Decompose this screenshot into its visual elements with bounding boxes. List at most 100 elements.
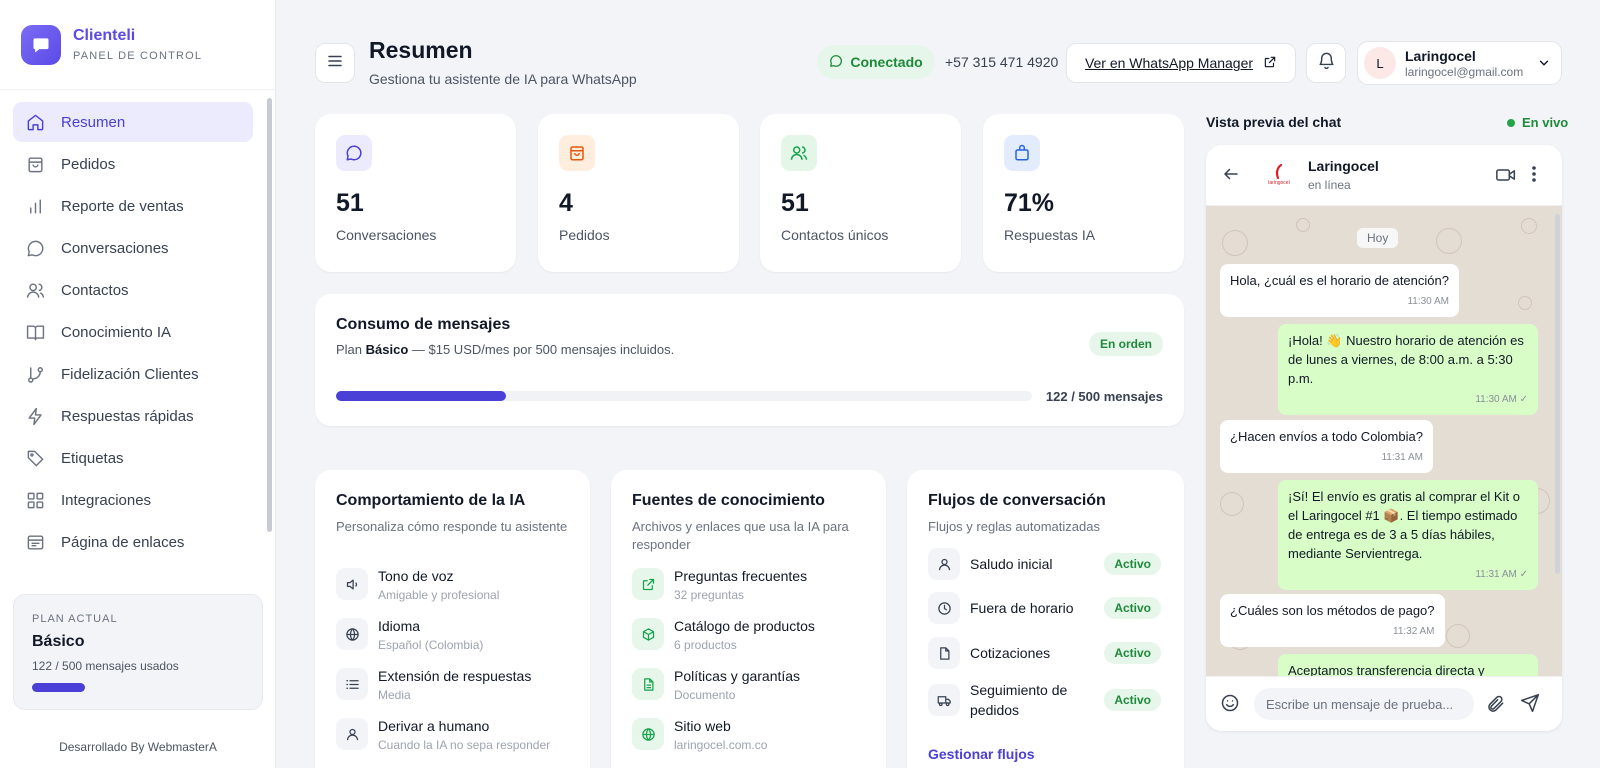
flow-name: Cotizaciones — [970, 645, 1051, 661]
message-usage-card: Consumo de mensajes Plan Básico — $15 US… — [315, 294, 1184, 426]
background-pattern — [1220, 492, 1244, 516]
more-vertical-icon[interactable] — [1531, 165, 1537, 188]
sidebar-item-pedidos[interactable]: Pedidos — [13, 144, 253, 184]
globe-icon — [632, 718, 664, 750]
shopping-bag-icon — [25, 154, 45, 174]
sidebar-item-resumen[interactable]: Resumen — [13, 102, 253, 142]
menu-toggle-button[interactable] — [315, 43, 355, 83]
panel-subtitle: Archivos y enlaces que usa la IA para re… — [632, 519, 849, 552]
bell-icon — [1317, 51, 1336, 75]
page-title: Resumen — [369, 37, 473, 63]
arrow-left-icon[interactable] — [1222, 165, 1240, 188]
chat-message-input[interactable] — [1254, 688, 1474, 720]
user-icon — [336, 718, 368, 750]
chat-logo-icon — [21, 24, 61, 65]
item-title: Catálogo de productos — [674, 618, 815, 634]
message-time: 11:32 AM — [1393, 626, 1435, 637]
brand[interactable]: Clienteli PANEL DE CONTROL — [0, 0, 275, 90]
tag-icon — [25, 448, 45, 468]
sidebar-item-fidelizacion[interactable]: Fidelización Clientes — [13, 354, 253, 394]
chat-preview: laringocel Laringocel en línea Hoy Hola,… — [1206, 145, 1562, 731]
conversation-flows-card: Flujos de conversación Flujos y reglas a… — [907, 470, 1184, 768]
usage-progress-bar — [336, 391, 1032, 401]
contact-logo: laringocel — [1264, 160, 1294, 190]
stat-card-conversaciones: 51 Conversaciones — [315, 114, 516, 272]
plan-name: Básico — [365, 342, 409, 357]
paperclip-icon[interactable] — [1486, 694, 1506, 719]
plan-label: PLAN ACTUAL — [32, 613, 118, 625]
page-subtitle: Gestiona tu asistente de IA para WhatsAp… — [369, 71, 637, 87]
message-text: ¡Sí! El envío es gratis al comprar el Ki… — [1288, 489, 1520, 561]
sidebar-item-etiquetas[interactable]: Etiquetas — [13, 438, 253, 478]
connection-status-badge: Conectado — [817, 45, 935, 79]
flow-item-seguimiento[interactable]: Seguimiento de pedidos Activo — [928, 680, 1161, 720]
sidebar-item-respuestas-rapidas[interactable]: Respuestas rápidas — [13, 396, 253, 436]
git-branch-icon — [25, 364, 45, 384]
sidebar-item-conocimiento-ia[interactable]: Conocimiento IA — [13, 312, 253, 352]
chat-message-incoming: ¿Cuáles son los métodos de pago? 11:32 A… — [1220, 594, 1445, 647]
flow-item-saludo[interactable]: Saludo inicial Activo — [928, 548, 1161, 580]
item-subtitle: Amigable y profesional — [378, 588, 500, 602]
chat-message-outgoing: ¡Sí! El envío es gratis al comprar el Ki… — [1278, 480, 1538, 590]
plan-usage-bar — [32, 683, 85, 692]
ia-setting-tono[interactable]: Tono de voz Amigable y profesional — [336, 568, 499, 602]
flow-item-fuera-horario[interactable]: Fuera de horario Activo — [928, 592, 1161, 624]
ia-setting-idioma[interactable]: Idioma Español (Colombia) — [336, 618, 483, 652]
manage-flows-link[interactable]: Gestionar flujos — [928, 746, 1035, 762]
bar-chart-icon — [25, 196, 45, 216]
item-subtitle: laringocel.com.co — [674, 738, 768, 752]
panel-title: Comportamiento de la IA — [336, 492, 526, 509]
chat-messages[interactable]: Hoy Hola, ¿cuál es el horario de atenció… — [1206, 206, 1562, 676]
user-menu[interactable]: L Laringocel laringocel@gmail.com — [1357, 41, 1562, 85]
chat-header: laringocel Laringocel en línea — [1206, 145, 1562, 206]
background-pattern — [1436, 228, 1462, 254]
knowledge-item-politicas[interactable]: Políticas y garantías Documento — [632, 668, 800, 702]
panel-subtitle: Flujos y reglas automatizadas — [928, 519, 1100, 534]
emoji-icon[interactable] — [1220, 693, 1240, 718]
status-badge: Activo — [1104, 553, 1161, 575]
user-icon — [928, 548, 960, 580]
panel-subtitle: Personaliza cómo responde tu asistente — [336, 519, 568, 534]
file-text-icon — [632, 668, 664, 700]
knowledge-item-sitio-web[interactable]: Sitio web laringocel.com.co — [632, 718, 767, 752]
chat-message-outgoing: Aceptamos transferencia directa y — [1278, 654, 1538, 676]
stat-card-respuestas-ia: 71% Respuestas IA — [983, 114, 1184, 272]
chat-scrollbar[interactable] — [1555, 214, 1560, 574]
sidebar-item-label: Reporte de ventas — [61, 197, 184, 215]
ia-setting-extension[interactable]: Extensión de respuestas Media — [336, 668, 531, 702]
message-text: ¿Hacen envíos a todo Colombia? — [1230, 429, 1423, 444]
live-dot-icon — [1507, 118, 1515, 127]
sidebar-scrollbar[interactable] — [267, 98, 272, 532]
item-title: Extensión de respuestas — [378, 668, 532, 684]
message-circle-icon — [829, 54, 850, 71]
sidebar-item-integraciones[interactable]: Integraciones — [13, 480, 253, 520]
send-icon[interactable] — [1520, 693, 1540, 718]
sidebar-item-contactos[interactable]: Contactos — [13, 270, 253, 310]
user-name: Laringocel — [1405, 47, 1476, 64]
chat-message-outgoing: ¡Hola! 👋 Nuestro horario de atención es … — [1278, 324, 1538, 415]
user-email: laringocel@gmail.com — [1405, 64, 1524, 79]
stat-label: Pedidos — [559, 227, 610, 243]
chat-composer — [1206, 676, 1562, 731]
knowledge-item-faq[interactable]: Preguntas frecuentes 32 preguntas — [632, 568, 807, 602]
menu-icon — [326, 52, 344, 75]
video-call-icon[interactable] — [1496, 167, 1516, 188]
sidebar-item-reporte-ventas[interactable]: Reporte de ventas — [13, 186, 253, 226]
ia-setting-derivar[interactable]: Derivar a humano Cuando la IA no sepa res… — [336, 718, 550, 752]
flow-name: Seguimiento de pedidos — [970, 682, 1068, 718]
sidebar-item-conversaciones[interactable]: Conversaciones — [13, 228, 253, 268]
notifications-button[interactable] — [1306, 43, 1346, 83]
sidebar-item-label: Resumen — [61, 113, 126, 131]
avatar: L — [1364, 47, 1396, 79]
clock-icon — [928, 592, 960, 624]
stat-label: Contactos únicos — [781, 227, 889, 243]
chevron-down-icon — [1537, 56, 1551, 75]
message-text: ¡Hola! 👋 Nuestro horario de atención es … — [1288, 333, 1524, 386]
knowledge-item-catalogo[interactable]: Catálogo de productos 6 productos — [632, 618, 815, 652]
whatsapp-manager-button[interactable]: Ver en WhatsApp Manager — [1066, 43, 1296, 83]
sidebar-item-pagina-enlaces[interactable]: Página de enlaces — [13, 522, 253, 562]
chat-message-incoming: Hola, ¿cuál es el horario de atención? 1… — [1220, 264, 1459, 317]
stat-card-pedidos: 4 Pedidos — [538, 114, 739, 272]
contact-name: Laringocel — [1308, 158, 1379, 174]
flow-item-cotizaciones[interactable]: Cotizaciones Activo — [928, 637, 1161, 669]
